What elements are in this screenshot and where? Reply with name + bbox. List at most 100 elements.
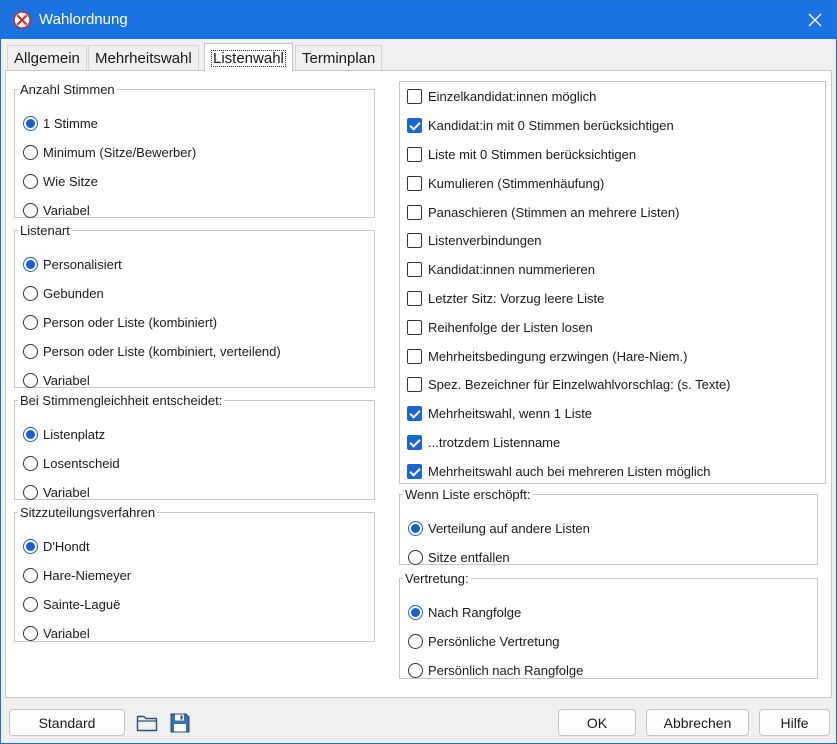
help-button[interactable]: Hilfe <box>759 709 830 736</box>
tab-terminplan[interactable]: Terminplan <box>295 45 383 71</box>
tab-mehrheitswahl[interactable]: Mehrheitswahl <box>88 45 199 71</box>
checkbox-indicator <box>407 376 422 392</box>
checkbox-indicator <box>407 88 422 104</box>
radio-losentscheid[interactable]: Losentscheid <box>23 453 120 473</box>
checkbox-indicator <box>407 463 422 479</box>
checkbox-panaschieren[interactable]: Panaschieren (Stimmen an mehrere Listen) <box>407 202 679 222</box>
radio-indicator <box>408 604 423 620</box>
radio-wie-sitze[interactable]: Wie Sitze <box>23 171 98 191</box>
radio-persoenlich-rangfolge[interactable]: Persönlich nach Rangfolge <box>408 660 583 680</box>
checkbox-indicator <box>407 290 422 306</box>
ballot-x-icon <box>13 11 31 29</box>
checkbox-indicator <box>407 204 422 220</box>
radio-indicator <box>408 662 423 678</box>
radio-indicator <box>23 625 38 641</box>
ok-button[interactable]: OK <box>558 709 636 736</box>
radio-indicator <box>23 115 38 131</box>
radio-indicator <box>408 549 423 565</box>
checkbox-indicator <box>407 232 422 248</box>
checkbox-liste-0-stimmen[interactable]: Liste mit 0 Stimmen berücksichtigen <box>407 144 636 164</box>
dialog-window: Wahlordnung Allgemein Mehrheitswahl List… <box>0 0 837 744</box>
floppy-disk-icon[interactable] <box>168 711 192 735</box>
radio-nach-rangfolge[interactable]: Nach Rangfolge <box>408 602 521 622</box>
radio-kombiniert[interactable]: Person oder Liste (kombiniert) <box>23 312 217 332</box>
folder-icon[interactable] <box>135 711 159 735</box>
radio-indicator <box>23 538 38 554</box>
tab-listenwahl[interactable]: Listenwahl <box>204 43 293 72</box>
cancel-button[interactable]: Abbrechen <box>646 709 749 736</box>
radio-sitze-entfallen[interactable]: Sitze entfallen <box>408 547 510 567</box>
title-bar: Wahlordnung <box>1 1 836 39</box>
button-bar: Standard OK Abbrechen Hilfe <box>1 701 836 743</box>
options-checklist: Einzelkandidat:innen möglich Kandidat:in… <box>399 81 826 484</box>
group-anzahl-stimmen: Anzahl Stimmen 1 Stimme Minimum (Sitze/B… <box>14 82 375 218</box>
radio-listenplatz[interactable]: Listenplatz <box>23 424 105 444</box>
radio-minimum[interactable]: Minimum (Sitze/Bewerber) <box>23 142 196 162</box>
checkbox-einzelkandidaten[interactable]: Einzelkandidat:innen möglich <box>407 86 596 106</box>
group-title: Vertretung: <box>405 571 469 586</box>
checkbox-spez-bezeichner[interactable]: Spez. Bezeichner für Einzelwahlvorschlag… <box>407 374 731 394</box>
checkbox-nummerieren[interactable]: Kandidat:innen nummerieren <box>407 259 595 279</box>
radio-indicator <box>23 202 38 218</box>
radio-indicator <box>23 285 38 301</box>
checkbox-kandidat-0-stimmen[interactable]: Kandidat:in mit 0 Stimmen berücksichtige… <box>407 115 674 135</box>
window-title: Wahlordnung <box>39 11 128 28</box>
checkbox-reihenfolge-losen[interactable]: Reihenfolge der Listen losen <box>407 317 593 337</box>
radio-verteilung-andere-listen[interactable]: Verteilung auf andere Listen <box>408 518 590 538</box>
radio-persoenliche-vertretung[interactable]: Persönliche Vertretung <box>408 631 560 651</box>
group-stimmengleichheit: Bei Stimmengleichheit entscheidet: Liste… <box>14 393 375 500</box>
checkbox-indicator <box>407 405 422 421</box>
radio-indicator <box>408 520 423 536</box>
radio-indicator <box>23 567 38 583</box>
radio-personalisiert[interactable]: Personalisiert <box>23 254 122 274</box>
tab-bar: Allgemein Mehrheitswahl Listenwahl Termi… <box>5 43 831 72</box>
standard-button[interactable]: Standard <box>9 709 125 736</box>
radio-indicator <box>23 426 38 442</box>
checkbox-indicator <box>407 261 422 277</box>
radio-hare-niemeyer[interactable]: Hare-Niemeyer <box>23 565 131 585</box>
radio-indicator <box>23 256 38 272</box>
group-vertretung: Vertretung: Nach Rangfolge Persönliche V… <box>399 571 818 679</box>
group-title: Wenn Liste erschöpft: <box>405 487 531 502</box>
radio-sainte-lague[interactable]: Sainte-Laguë <box>23 594 120 614</box>
group-liste-erschoepft: Wenn Liste erschöpft: Verteilung auf and… <box>399 487 818 565</box>
radio-indicator <box>23 314 38 330</box>
radio-indicator <box>23 144 38 160</box>
radio-indicator <box>23 343 38 359</box>
radio-indicator <box>23 484 38 500</box>
tab-allgemein[interactable]: Allgemein <box>7 45 87 71</box>
radio-indicator <box>23 455 38 471</box>
checkbox-mehrheitsbedingung[interactable]: Mehrheitsbedingung erzwingen (Hare-Niem.… <box>407 346 687 366</box>
radio-indicator <box>23 372 38 388</box>
checkbox-indicator <box>407 319 422 335</box>
radio-dhondt[interactable]: D'Hondt <box>23 536 90 556</box>
close-icon[interactable] <box>800 5 830 35</box>
group-title: Anzahl Stimmen <box>20 82 115 97</box>
group-title: Sitzzuteilungsverfahren <box>20 505 156 520</box>
radio-kombiniert-verteilend[interactable]: Person oder Liste (kombiniert, verteilen… <box>23 341 281 361</box>
radio-anzahl-variabel[interactable]: Variabel <box>23 200 90 220</box>
checkbox-indicator <box>407 117 422 133</box>
radio-indicator <box>23 173 38 189</box>
group-sitzzuteilung: Sitzzuteilungsverfahren D'Hondt Hare-Nie… <box>14 505 375 642</box>
group-listenart: Listenart Personalisiert Gebunden Person… <box>14 223 375 388</box>
radio-listenart-variabel[interactable]: Variabel <box>23 370 90 390</box>
radio-indicator <box>23 596 38 612</box>
radio-sitz-variabel[interactable]: Variabel <box>23 623 90 643</box>
checkbox-mehrheitswahl-mehrere[interactable]: Mehrheitswahl auch bei mehreren Listen m… <box>407 461 711 481</box>
checkbox-letzter-sitz[interactable]: Letzter Sitz: Vorzug leere Liste <box>407 288 604 308</box>
tab-panel-listenwahl: Anzahl Stimmen 1 Stimme Minimum (Sitze/B… <box>5 70 832 698</box>
group-title: Bei Stimmengleichheit entscheidet: <box>20 393 223 408</box>
radio-gleichheit-variabel[interactable]: Variabel <box>23 482 90 502</box>
radio-indicator <box>408 633 423 649</box>
checkbox-indicator <box>407 434 422 450</box>
checkbox-listenverbindungen[interactable]: Listenverbindungen <box>407 230 541 250</box>
checkbox-trotzdem-listenname[interactable]: ...trotzdem Listenname <box>407 432 560 452</box>
group-title: Listenart <box>20 223 70 238</box>
checkbox-mehrheitswahl-1-liste[interactable]: Mehrheitswahl, wenn 1 Liste <box>407 403 592 423</box>
radio-gebunden[interactable]: Gebunden <box>23 283 104 303</box>
radio-1-stimme[interactable]: 1 Stimme <box>23 113 98 133</box>
checkbox-indicator <box>407 146 422 162</box>
checkbox-indicator <box>407 348 422 364</box>
checkbox-kumulieren[interactable]: Kumulieren (Stimmenhäufung) <box>407 173 604 193</box>
